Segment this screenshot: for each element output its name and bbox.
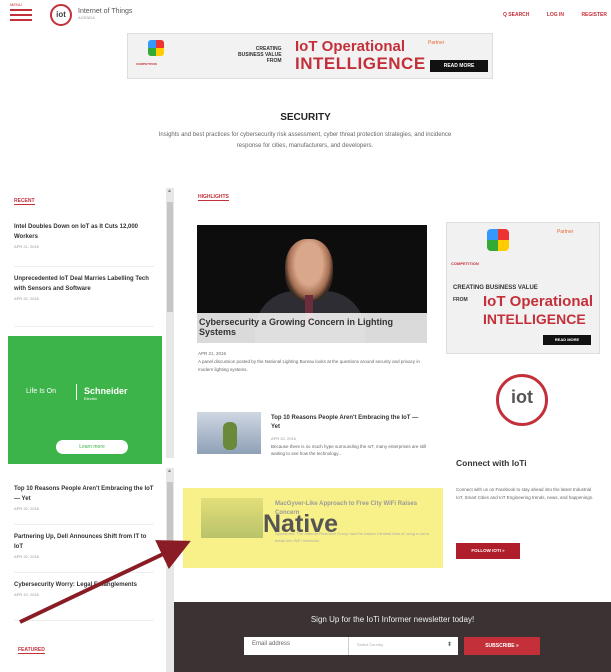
list-item[interactable]: Unprecedented IoT Deal Marries Labelling… (14, 274, 154, 327)
ad-iot-text: IoT Operational (483, 293, 594, 310)
ad-creating: CREATING BUSINESS VALUE (453, 285, 538, 291)
scrollbar-thumb[interactable] (167, 482, 173, 542)
menu-button[interactable]: MENU (10, 2, 32, 24)
connect-title: Connect with IoTi (456, 458, 527, 468)
banner-ad[interactable]: COMPETITION CREATING BUSINESS VALUE FROM… (127, 33, 493, 79)
competition-caption: COMPETITION (451, 261, 479, 266)
list-item[interactable]: Top 10 Reasons People Aren't Embracing t… (14, 484, 154, 525)
video-date: APR 21, 2016 (198, 351, 227, 356)
list-item[interactable]: Intel Doubles Down on IoT as It Cuts 12,… (14, 222, 154, 267)
list-item[interactable]: Cybersecurity Worry: Legal Entanglements… (14, 580, 154, 621)
site-logo[interactable]: iot (50, 4, 72, 26)
section-header: SECURITY Insights and best practices for… (0, 90, 611, 182)
newsletter-heading: Sign Up for the IoTi Informer newsletter… (310, 615, 475, 624)
register-link[interactable]: REGISTER (581, 12, 607, 18)
hamburger-icon (10, 9, 32, 11)
schneider-ad[interactable]: Life Is On Schneider Electric Learn more (8, 336, 162, 464)
login-link[interactable]: LOG IN (547, 12, 564, 18)
brand-title: Internet of Things (78, 8, 133, 15)
native-ad-highlight[interactable]: MacGyver-Like Approach to Free City WiFi… (183, 488, 443, 568)
learn-more-button[interactable]: Learn more (56, 440, 128, 454)
featured-label: FEATURED (18, 647, 45, 654)
ad-read-more-button[interactable]: READ MORE (543, 335, 591, 345)
article-title[interactable]: Top 10 Reasons People Aren't Embracing t… (271, 414, 427, 432)
section-description: Insights and best practices for cybersec… (158, 132, 452, 149)
scroll-up-icon[interactable]: ▲ (167, 188, 172, 194)
speaker-head (285, 239, 333, 301)
brand-name[interactable]: Internet of Things AGENDA (78, 8, 132, 20)
ad-from: FROM (453, 297, 468, 303)
menu-label: MENU (10, 2, 22, 7)
banner-tagline: CREATING BUSINESS VALUE FROM (238, 46, 282, 64)
banner-iot-text: IoT Operational (295, 38, 406, 55)
highlights-label: HIGHLIGHTS (198, 194, 229, 201)
connect-description: Connect with us on Facebook to stay ahea… (456, 487, 594, 500)
article-card[interactable]: Top 10 Reasons People Aren't Embracing t… (197, 410, 429, 470)
banner-area: COMPETITION CREATING BUSINESS VALUE FROM… (0, 30, 611, 92)
subscribe-button[interactable]: SUBSCRIBE » (464, 637, 540, 655)
sidebar-ad[interactable]: Partner COMPETITION CREATING BUSINESS VA… (446, 222, 600, 354)
list-item[interactable]: Partnering Up, Dell Announces Shift from… (14, 532, 154, 573)
native-label: Native (263, 510, 339, 538)
native-thumbnail[interactable] (201, 498, 263, 538)
ad-tagline: Life Is On (26, 388, 56, 395)
left-scrollbar-lower[interactable]: ▲ (166, 468, 174, 672)
ioti-logo[interactable]: iot (496, 374, 548, 426)
ad-partner: Partner (557, 229, 574, 235)
brand-subtitle: AGENDA (78, 15, 95, 20)
banner-read-more-button[interactable]: READ MORE (430, 60, 488, 72)
follow-button[interactable]: FOLLOW IOTI » (456, 543, 520, 559)
cube-icon (487, 229, 509, 251)
recent-label: RECENT (14, 198, 35, 205)
cube-icon (148, 40, 164, 56)
scroll-up-icon[interactable]: ▲ (167, 468, 172, 474)
schneider-logo: Schneider Electric (84, 386, 128, 401)
competition-logo: COMPETITION (136, 40, 178, 72)
left-scrollbar-upper[interactable]: ▲ (166, 188, 174, 458)
top-bar: MENU iot Internet of Things AGENDA Q SEA… (0, 0, 611, 31)
scrollbar-thumb[interactable] (167, 202, 173, 312)
newsletter-bar: Sign Up for the IoTi Informer newsletter… (174, 602, 611, 672)
article-date: APR 20, 2016 (271, 436, 296, 441)
banner-intelligence-text: INTELLIGENCE (295, 54, 426, 73)
banner-partner: Partner (428, 40, 445, 46)
left-column: RECENT Intel Doubles Down on IoT as It C… (8, 184, 164, 672)
video-title[interactable]: Cybersecurity a Growing Concern in Light… (199, 317, 423, 337)
chevron-down-icon: ⬍ (446, 642, 452, 648)
page-title: SECURITY (280, 112, 331, 123)
search-link[interactable]: Q SEARCH (503, 12, 529, 18)
article-thumbnail[interactable] (197, 412, 261, 454)
ad-divider (76, 384, 77, 400)
video-description: APR 21, 2016 A panel discussion posted b… (198, 350, 423, 374)
header-links: Q SEARCH LOG IN REGISTER (487, 12, 607, 18)
video-caption[interactable]: Cybersecurity a Growing Concern in Light… (197, 313, 427, 343)
ad-intelligence-text: INTELLIGENCE (483, 311, 586, 327)
competition-caption: COMPETITION (136, 62, 157, 66)
page: MENU iot Internet of Things AGENDA Q SEA… (0, 0, 611, 672)
article-excerpt: Because there is so much hype surroundin… (271, 444, 427, 456)
country-select[interactable]: Select Country ⬍ (348, 637, 458, 655)
